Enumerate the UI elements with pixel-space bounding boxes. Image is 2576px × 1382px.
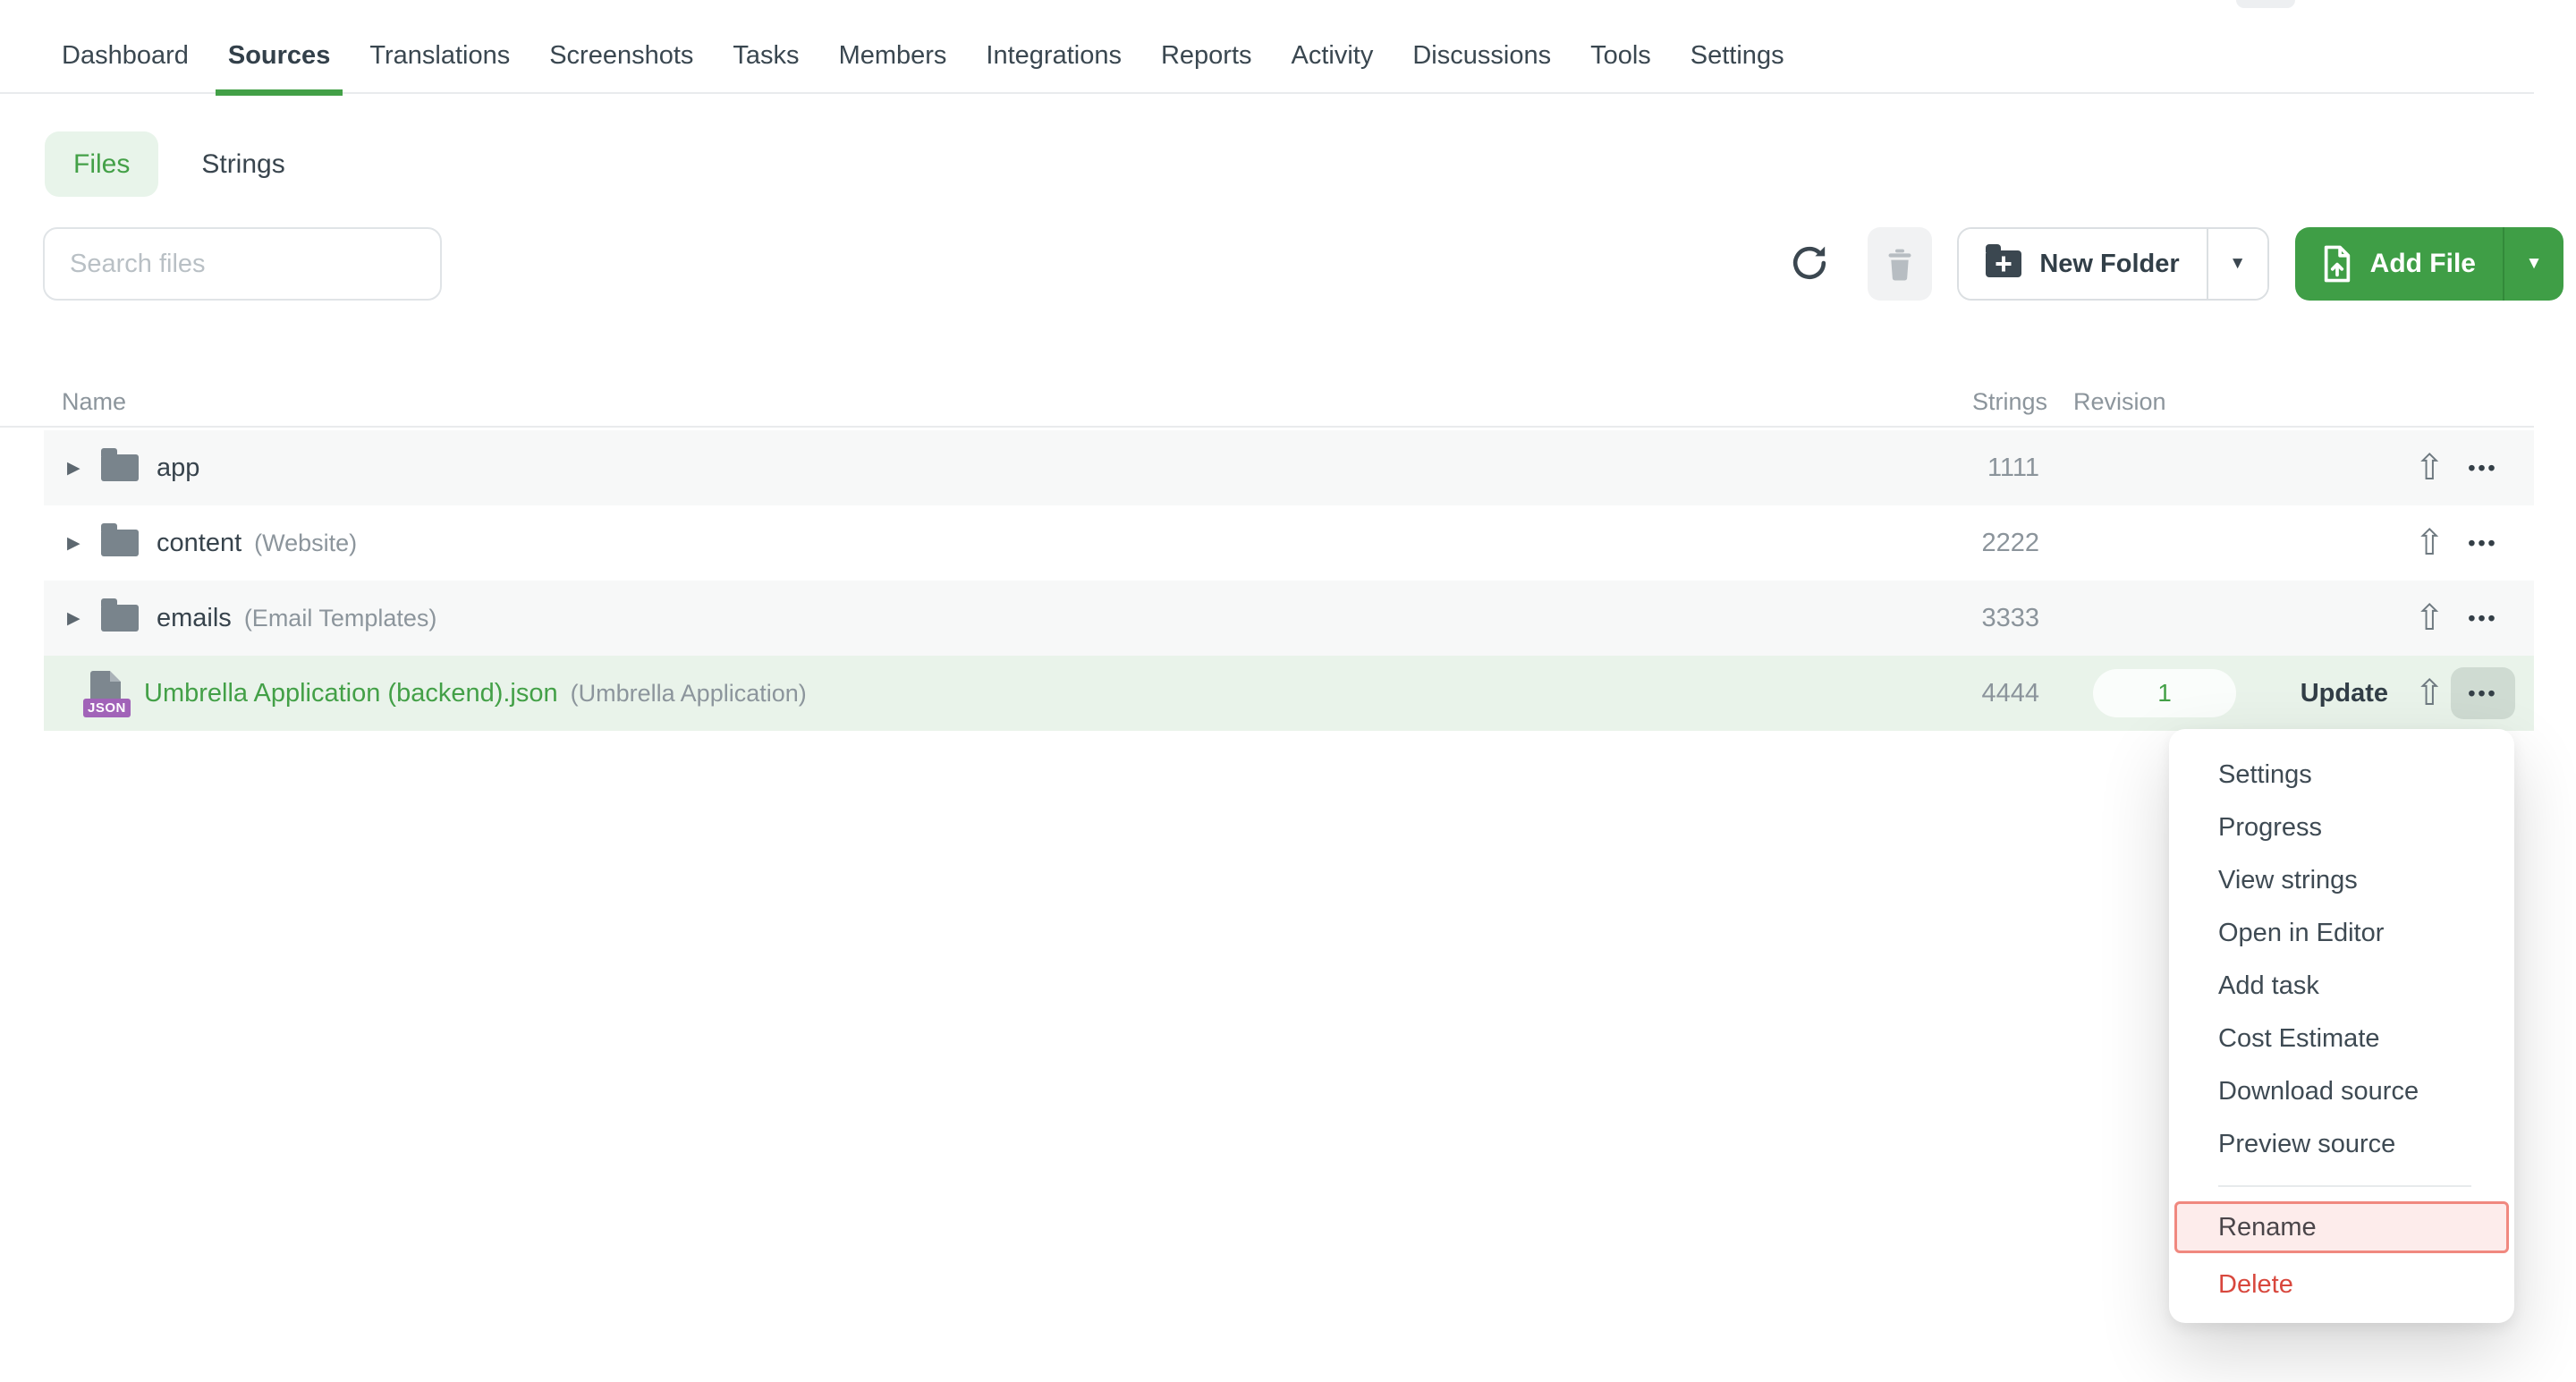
new-folder-label: New Folder bbox=[2039, 250, 2179, 279]
nav-item-screenshots[interactable]: Screenshots bbox=[537, 41, 706, 94]
chevron-down-icon: ▼ bbox=[2229, 254, 2246, 273]
sources-files-page: Dashboard Sources Translations Screensho… bbox=[0, 0, 2576, 1382]
add-file-dropdown-button[interactable]: ▼ bbox=[2503, 227, 2563, 301]
new-folder-button[interactable]: New Folder bbox=[1959, 229, 2206, 299]
expander-icon[interactable]: ▶ bbox=[67, 533, 87, 553]
column-header-name: Name bbox=[62, 388, 126, 416]
revision-badge: 1 bbox=[2093, 669, 2236, 717]
menu-item-download-source[interactable]: Download source bbox=[2169, 1065, 2514, 1118]
nav-item-settings[interactable]: Settings bbox=[1678, 41, 1797, 94]
column-header-strings: Strings bbox=[1972, 388, 2047, 416]
toolbar-row: New Folder ▼ Add File ▼ bbox=[43, 227, 2563, 301]
nav-item-activity[interactable]: Activity bbox=[1279, 41, 1386, 94]
add-file-button[interactable]: Add File bbox=[2295, 227, 2503, 301]
strings-count: 2222 bbox=[1981, 505, 2039, 581]
json-file-icon: JSON bbox=[89, 671, 126, 716]
menu-item-add-task[interactable]: Add task bbox=[2169, 960, 2514, 1013]
more-button[interactable]: ••• bbox=[2451, 517, 2515, 569]
strings-count: 4444 bbox=[1981, 656, 2039, 731]
folder-icon bbox=[101, 530, 139, 556]
chevron-down-icon: ▼ bbox=[2526, 254, 2543, 273]
menu-item-cost-estimate[interactable]: Cost Estimate bbox=[2169, 1013, 2514, 1065]
menu-item-delete[interactable]: Delete bbox=[2169, 1259, 2514, 1310]
menu-item-settings[interactable]: Settings bbox=[2169, 749, 2514, 801]
folder-plus-icon bbox=[1986, 250, 2021, 277]
upload-icon[interactable]: ⇧ bbox=[2414, 430, 2445, 505]
refresh-button[interactable] bbox=[1787, 242, 1832, 286]
file-name-link[interactable]: Umbrella Application (backend).json bbox=[144, 679, 558, 708]
folder-note: (Email Templates) bbox=[244, 605, 437, 632]
add-file-label: Add File bbox=[2370, 249, 2476, 279]
folder-icon bbox=[101, 454, 139, 481]
search-input[interactable] bbox=[43, 227, 442, 301]
update-button[interactable]: Update bbox=[2301, 656, 2388, 731]
folder-note: (Website) bbox=[254, 530, 357, 557]
files-strings-tabs: Files Strings bbox=[45, 131, 2576, 197]
nav-item-translations[interactable]: Translations bbox=[357, 41, 522, 94]
new-folder-split-button: New Folder ▼ bbox=[1957, 227, 2268, 301]
table-row-content[interactable]: ▶ content (Website) 2222 ⇧ ••• bbox=[44, 505, 2534, 581]
delete-selected-button[interactable] bbox=[1868, 227, 1932, 301]
row-name-group: ▶ emails (Email Templates) bbox=[44, 581, 436, 656]
column-header-revision: Revision bbox=[2073, 388, 2166, 416]
file-note: (Umbrella Application) bbox=[571, 680, 807, 708]
more-button[interactable]: ••• bbox=[2451, 592, 2515, 644]
strings-count: 1111 bbox=[1987, 430, 2039, 505]
folder-icon bbox=[101, 605, 139, 632]
file-context-menu: Settings Progress View strings Open in E… bbox=[2169, 729, 2514, 1323]
upload-icon[interactable]: ⇧ bbox=[2414, 505, 2445, 581]
nav-item-dashboard[interactable]: Dashboard bbox=[49, 41, 201, 94]
files-table: ▶ app 1111 ⇧ ••• ▶ content (Website) 222… bbox=[0, 430, 2576, 731]
menu-item-rename[interactable]: Rename bbox=[2174, 1201, 2509, 1253]
menu-divider bbox=[2218, 1185, 2471, 1187]
expander-icon[interactable]: ▶ bbox=[67, 608, 87, 628]
toolbar-actions: New Folder ▼ Add File ▼ bbox=[1787, 227, 2563, 301]
table-row-umbrella-file[interactable]: JSON Umbrella Application (backend).json… bbox=[44, 656, 2534, 731]
file-upload-icon bbox=[2322, 244, 2352, 284]
folder-name[interactable]: app bbox=[157, 454, 199, 483]
nav-item-integrations[interactable]: Integrations bbox=[973, 41, 1134, 94]
nav-item-tools[interactable]: Tools bbox=[1578, 41, 1664, 94]
strings-count: 3333 bbox=[1981, 581, 2039, 656]
row-name-group: ▶ content (Website) bbox=[44, 505, 357, 581]
menu-item-preview-source[interactable]: Preview source bbox=[2169, 1118, 2514, 1171]
nav-item-sources[interactable]: Sources bbox=[216, 41, 343, 94]
nav-item-discussions[interactable]: Discussions bbox=[1400, 41, 1563, 94]
expander-icon[interactable]: ▶ bbox=[67, 458, 87, 478]
refresh-icon bbox=[1788, 242, 1831, 284]
folder-name[interactable]: emails bbox=[157, 604, 232, 633]
tab-files[interactable]: Files bbox=[45, 131, 158, 197]
menu-item-view-strings[interactable]: View strings bbox=[2169, 854, 2514, 907]
nav-item-reports[interactable]: Reports bbox=[1148, 41, 1265, 94]
main-nav: Dashboard Sources Translations Screensho… bbox=[0, 0, 2576, 94]
more-button[interactable]: ••• bbox=[2451, 667, 2515, 719]
new-folder-dropdown-button[interactable]: ▼ bbox=[2207, 229, 2267, 299]
row-name-group: JSON Umbrella Application (backend).json… bbox=[44, 656, 807, 731]
row-name-group: ▶ app bbox=[44, 430, 199, 505]
table-row-app[interactable]: ▶ app 1111 ⇧ ••• bbox=[44, 430, 2534, 505]
tab-strings[interactable]: Strings bbox=[173, 131, 313, 197]
json-badge: JSON bbox=[83, 699, 131, 717]
more-button[interactable]: ••• bbox=[2451, 442, 2515, 494]
upload-icon[interactable]: ⇧ bbox=[2414, 656, 2445, 731]
nav-item-tasks[interactable]: Tasks bbox=[720, 41, 811, 94]
menu-item-progress[interactable]: Progress bbox=[2169, 801, 2514, 854]
folder-name[interactable]: content bbox=[157, 529, 242, 558]
nav-item-members[interactable]: Members bbox=[826, 41, 960, 94]
table-row-emails[interactable]: ▶ emails (Email Templates) 3333 ⇧ ••• bbox=[44, 581, 2534, 656]
upload-icon[interactable]: ⇧ bbox=[2414, 581, 2445, 656]
menu-item-open-in-editor[interactable]: Open in Editor bbox=[2169, 907, 2514, 960]
table-header: Name Strings Revision bbox=[0, 388, 2576, 428]
trash-icon bbox=[1882, 246, 1918, 282]
add-file-split-button: Add File ▼ bbox=[2295, 227, 2563, 301]
